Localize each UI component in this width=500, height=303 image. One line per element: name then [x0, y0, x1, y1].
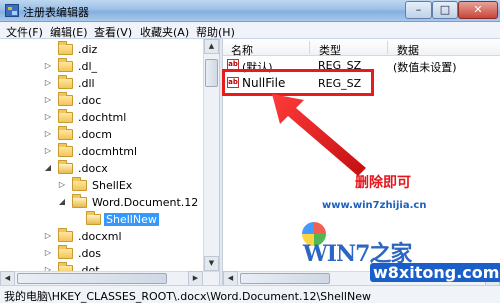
menu-view[interactable]: 查看(V)	[94, 24, 132, 40]
folder-icon	[58, 57, 73, 72]
scroll-thumb[interactable]	[17, 273, 167, 284]
scroll-right-icon[interactable]: ▶	[188, 271, 203, 286]
regedit-icon	[5, 4, 19, 17]
scroll-thumb[interactable]	[205, 59, 218, 87]
status-bar: 我的电脑\HKEY_CLASSES_ROOT\.docx\Word.Docume…	[0, 285, 500, 303]
tree-horizontal-scrollbar[interactable]: ◀ ▶	[0, 271, 219, 286]
tree-item-shellnew[interactable]: ShellNew	[72, 210, 159, 228]
expander-icon[interactable]: ▷	[44, 96, 52, 104]
close-button[interactable]: ✕	[458, 1, 498, 19]
scroll-down-icon[interactable]: ▼	[204, 256, 219, 271]
annotation-text: 删除即可	[355, 175, 411, 191]
expander-icon[interactable]: ◢	[44, 164, 52, 172]
folder-icon	[58, 227, 73, 242]
annotation-arrow-icon	[272, 94, 366, 176]
watermark-url: www.win7zhijia.cn	[322, 200, 427, 211]
menu-bar: 文件(F) 编辑(E) 查看(V) 收藏夹(A) 帮助(H)	[0, 22, 500, 39]
menu-favorites[interactable]: 收藏夹(A)	[140, 24, 189, 40]
tree-item-docm[interactable]: ▷ .docm	[44, 125, 114, 143]
column-type-header[interactable]: 类型	[319, 42, 341, 58]
registry-tree[interactable]: .diz ▷ .dl_ ▷ .dll ▷ .doc ▷ .dochtml ▷ .…	[0, 39, 219, 285]
folder-open-icon	[58, 159, 73, 174]
expander-icon[interactable]: ◢	[58, 198, 66, 206]
tree-item-dll[interactable]: ▷ .dll	[44, 74, 97, 92]
expander-icon	[72, 215, 80, 223]
title-bar: 注册表编辑器 – □ ✕	[0, 0, 500, 22]
folder-icon	[58, 244, 73, 259]
scroll-left-icon[interactable]: ◀	[223, 271, 238, 286]
list-header: 名称 类型 数据	[223, 39, 500, 58]
tree-item-docx[interactable]: ◢ .docx	[44, 159, 110, 177]
expander-icon[interactable]: ▷	[44, 232, 52, 240]
expander-icon[interactable]: ▷	[44, 62, 52, 70]
folder-open-icon	[86, 210, 101, 225]
tree-item-dos[interactable]: ▷ .dos	[44, 244, 103, 262]
column-data-header[interactable]: 数据	[397, 42, 419, 58]
tree-item-dochtml[interactable]: ▷ .dochtml	[44, 108, 128, 126]
menu-help[interactable]: 帮助(H)	[196, 24, 235, 40]
expander-icon[interactable]: ▷	[44, 147, 52, 155]
maximize-button[interactable]: □	[432, 1, 458, 19]
column-divider[interactable]	[387, 41, 388, 54]
expander-icon[interactable]: ▷	[44, 249, 52, 257]
column-divider[interactable]	[309, 41, 310, 54]
expander-icon[interactable]	[44, 45, 52, 53]
scroll-up-icon[interactable]: ▲	[204, 39, 219, 54]
expander-icon[interactable]: ▷	[58, 181, 66, 189]
tree-vertical-scrollbar[interactable]: ▲ ▼	[203, 39, 219, 271]
expander-icon[interactable]: ▷	[44, 79, 52, 87]
folder-icon	[58, 74, 73, 89]
minimize-button[interactable]: –	[405, 1, 432, 19]
watermark-site: w8xitong.com	[370, 263, 500, 282]
column-name-header[interactable]: 名称	[231, 42, 253, 58]
status-path: 我的电脑\HKEY_CLASSES_ROOT\.docx\Word.Docume…	[4, 290, 371, 303]
folder-icon	[58, 142, 73, 157]
folder-icon	[58, 125, 73, 140]
scroll-left-icon[interactable]: ◀	[0, 271, 15, 286]
scroll-thumb[interactable]	[240, 273, 330, 284]
menu-edit[interactable]: 编辑(E)	[50, 24, 88, 40]
expander-icon[interactable]: ▷	[44, 113, 52, 121]
folder-icon	[58, 91, 73, 106]
tree-item-doc[interactable]: ▷ .doc	[44, 91, 103, 109]
tree-item-docmhtml[interactable]: ▷ .docmhtml	[44, 142, 139, 160]
tree-item-dl_[interactable]: ▷ .dl_	[44, 57, 99, 75]
window-title: 注册表编辑器	[23, 6, 89, 19]
tree-item-diz[interactable]: .diz	[44, 40, 99, 58]
expander-icon[interactable]: ▷	[44, 130, 52, 138]
tree-item-docxml[interactable]: ▷ .docxml	[44, 227, 124, 245]
folder-icon	[72, 176, 87, 191]
value-data: (数值未设置)	[393, 61, 457, 74]
menu-file[interactable]: 文件(F)	[6, 24, 43, 40]
tree-item-word-document-12[interactable]: ◢ Word.Document.12	[58, 193, 200, 211]
folder-open-icon	[72, 193, 87, 208]
folder-icon	[58, 108, 73, 123]
folder-icon	[58, 40, 73, 55]
tree-item-shellex[interactable]: ▷ ShellEx	[58, 176, 134, 194]
